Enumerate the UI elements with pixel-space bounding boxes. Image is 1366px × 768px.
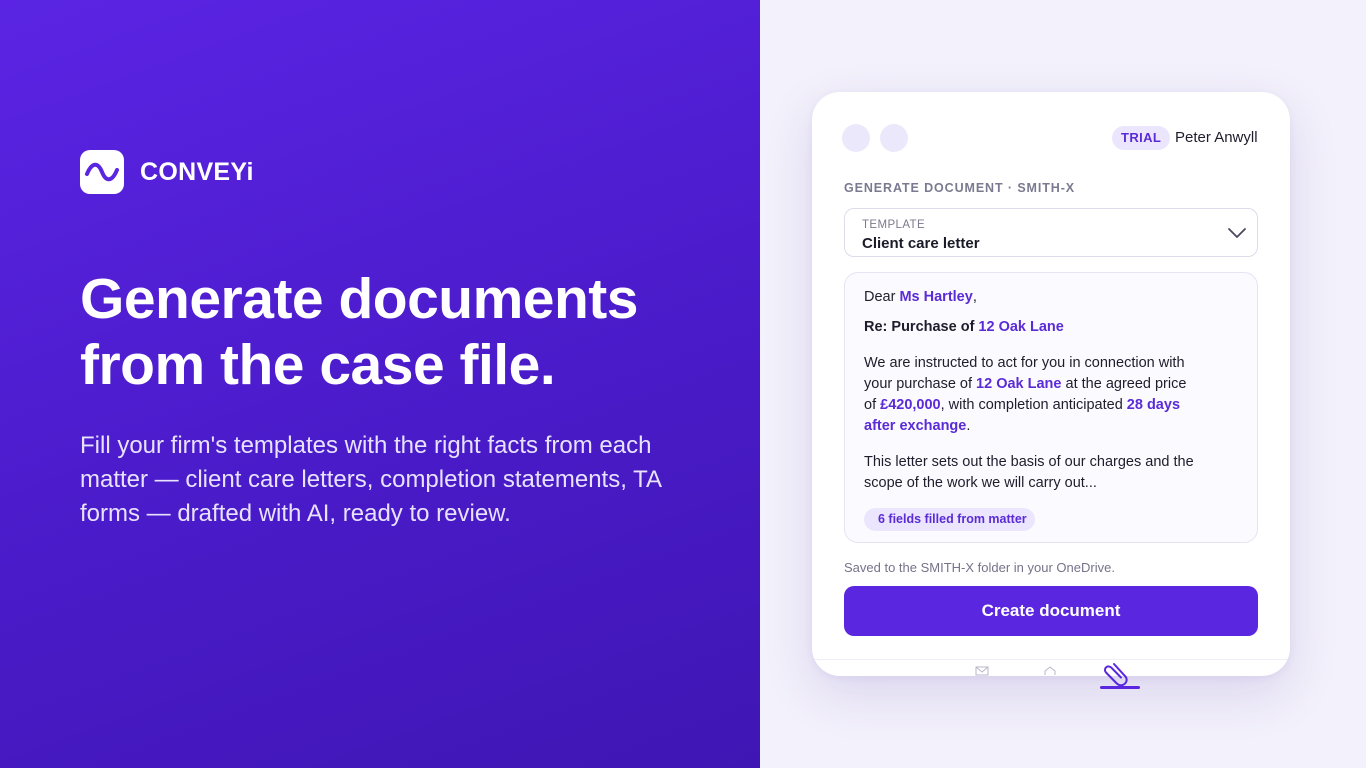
preview-paragraph-2: This letter sets out the basis of our ch… <box>864 454 1194 491</box>
client-name: Ms Hartley <box>899 289 973 305</box>
chevron-down-icon <box>1228 228 1246 238</box>
card-topbar: TRIAL Peter Anwyll <box>812 92 1290 172</box>
hero-subline: Fill your firm's templates with the righ… <box>80 432 661 527</box>
template-select[interactable]: TEMPLATE Client care letter <box>844 208 1258 257</box>
property-address: 12 Oak Lane <box>978 319 1064 335</box>
user-name: Peter Anwyll <box>1175 129 1258 146</box>
preview-salutation: Dear Ms Hartley, <box>864 289 977 305</box>
document-preview: Dear Ms Hartley, Re: Purchase of 12 Oak … <box>844 272 1258 543</box>
active-tab-indicator <box>1100 686 1140 689</box>
price-value: £420,000 <box>880 397 941 413</box>
template-label: TEMPLATE <box>862 219 926 231</box>
section-title: GENERATE DOCUMENT · SMITH-X <box>844 181 1076 195</box>
home-icon[interactable] <box>1044 666 1056 676</box>
property-address: 12 Oak Lane <box>976 376 1062 392</box>
paperclip-icon <box>1103 663 1128 687</box>
trial-badge: TRIAL <box>1112 126 1171 150</box>
create-document-button[interactable]: Create document <box>844 586 1258 636</box>
preview-subject: Re: Purchase of 12 Oak Lane <box>864 319 1064 335</box>
hero-headline: Generate documents from the case file. <box>80 267 639 397</box>
mail-icon[interactable] <box>975 666 989 676</box>
saved-note: Saved to the SMITH-X folder in your OneD… <box>844 560 1115 575</box>
brand-name: CONVEYi <box>140 157 254 186</box>
nav-documents-tab[interactable] <box>1100 661 1142 691</box>
preview-paragraph-1: We are instructed to act for you in conn… <box>864 355 1187 434</box>
template-value: Client care letter <box>862 235 980 252</box>
generate-document-card: TRIAL Peter Anwyll GENERATE DOCUMENT · S… <box>812 92 1290 676</box>
window-dot[interactable] <box>880 124 908 152</box>
fields-filled-badge: 6 fields filled from matter <box>864 508 1035 531</box>
bottom-nav <box>812 659 1290 676</box>
brand-logo: CONVEYi <box>80 150 254 194</box>
hero-panel: CONVEYi Generate documents from the case… <box>0 0 760 768</box>
logo-wave-icon <box>80 150 124 194</box>
window-dot[interactable] <box>842 124 870 152</box>
